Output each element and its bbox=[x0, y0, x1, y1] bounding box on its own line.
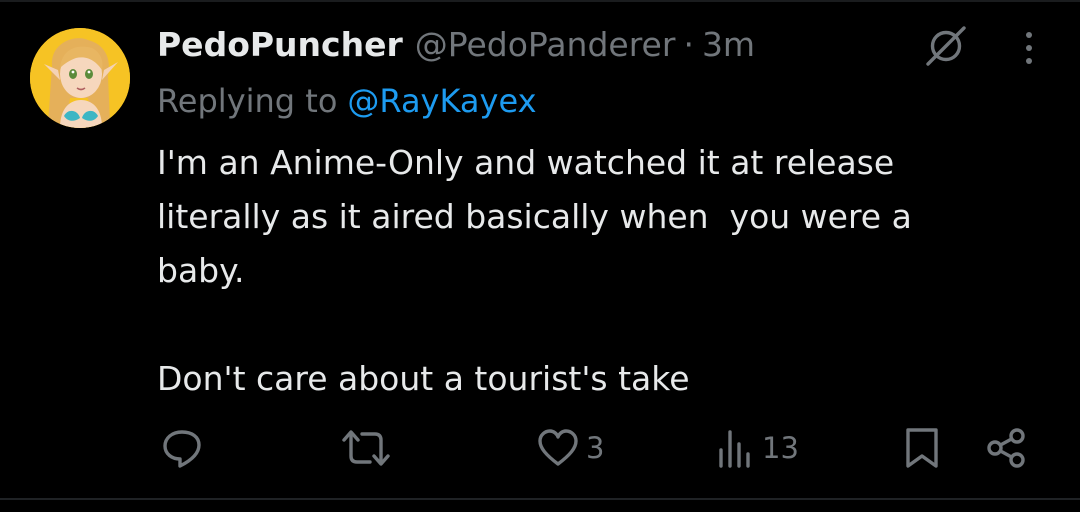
like-count: 3 bbox=[586, 431, 605, 465]
grok-icon[interactable] bbox=[924, 26, 968, 66]
retweet-icon bbox=[342, 430, 390, 466]
replying-to-prefix: Replying to bbox=[157, 82, 338, 120]
avatar-image bbox=[30, 28, 130, 128]
more-options-icon[interactable] bbox=[1014, 26, 1044, 68]
reply-button[interactable] bbox=[160, 424, 210, 472]
like-button[interactable]: 3 bbox=[536, 424, 604, 472]
heart-icon bbox=[538, 429, 578, 466]
timestamp[interactable]: 3m bbox=[702, 22, 755, 68]
user-handle[interactable]: @PedoPanderer bbox=[415, 22, 676, 68]
retweet-button[interactable] bbox=[340, 424, 398, 472]
bottom-divider bbox=[0, 498, 1080, 500]
bookmark-icon bbox=[906, 428, 938, 468]
tweet-text: I'm an Anime-Only and watched it at rele… bbox=[157, 136, 1037, 406]
tweet-header: PedoPuncher @PedoPanderer · 3m bbox=[157, 22, 755, 68]
avatar[interactable] bbox=[30, 28, 130, 128]
share-button[interactable] bbox=[984, 424, 1028, 472]
top-divider bbox=[0, 0, 1080, 2]
views-chart-icon bbox=[719, 430, 750, 468]
tweet-text-line: literally as it aired basically when you… bbox=[157, 197, 912, 236]
tweet-text-line: baby. bbox=[157, 251, 245, 290]
display-name[interactable]: PedoPuncher bbox=[157, 22, 403, 68]
share-icon bbox=[987, 428, 1025, 468]
header-separator: · bbox=[683, 25, 694, 64]
views-button[interactable]: 13 bbox=[716, 424, 799, 472]
replying-to-mention[interactable]: @RayKayex bbox=[347, 82, 536, 120]
tweet-text-line: I'm an Anime-Only and watched it at rele… bbox=[157, 143, 895, 182]
reply-icon bbox=[163, 430, 201, 468]
bookmark-button[interactable] bbox=[902, 424, 942, 472]
views-count: 13 bbox=[762, 431, 799, 465]
tweet-text-line: Don't care about a tourist's take bbox=[157, 359, 690, 398]
replying-to-line: Replying to @RayKayex bbox=[157, 78, 537, 124]
